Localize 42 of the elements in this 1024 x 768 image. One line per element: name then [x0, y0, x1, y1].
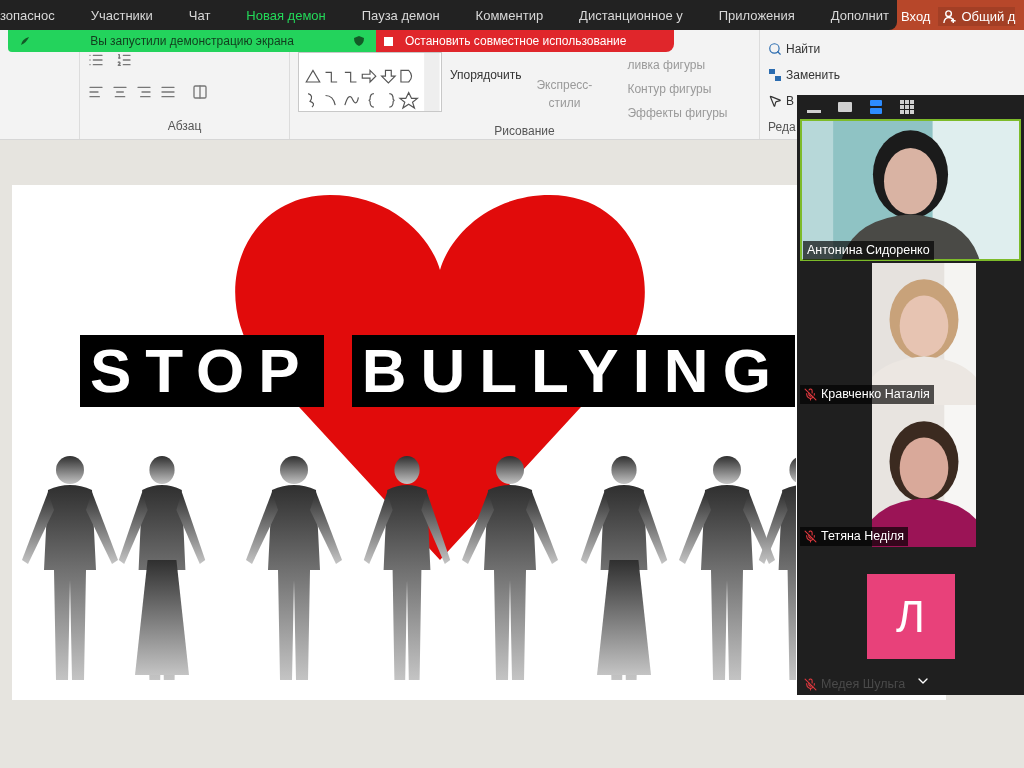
group-label: Рисование — [494, 123, 555, 140]
slide-title-word: BULLYING — [351, 335, 795, 407]
toolbar-item[interactable]: Приложения — [718, 5, 795, 25]
toolbar-item[interactable]: зопаснос — [0, 5, 55, 25]
shield-icon — [354, 36, 364, 46]
grid-icon[interactable] — [898, 98, 916, 116]
avatar: Л — [866, 574, 955, 659]
toolbar-item[interactable]: Новая демон — [246, 5, 326, 25]
columns-icon[interactable] — [192, 84, 208, 100]
replace-button[interactable]: Заменить — [768, 66, 1024, 84]
toolbar-item[interactable]: Дистанционное у — [579, 5, 683, 25]
search-icon — [768, 42, 782, 56]
find-button[interactable]: Найти — [768, 40, 1024, 58]
align-justify-icon[interactable] — [160, 84, 176, 100]
shape-gallery-drawing[interactable] — [298, 52, 442, 112]
arrange-button[interactable]: Упорядочить — [450, 52, 522, 122]
pointer-icon — [768, 94, 782, 108]
align-left-icon[interactable] — [88, 84, 104, 100]
toolbar-item[interactable]: Чат — [188, 5, 211, 25]
replace-icon — [768, 68, 782, 82]
group-label: Абзац — [167, 118, 202, 135]
group-label: Реда — [768, 119, 797, 136]
toolbar-item[interactable]: Пауза демон — [361, 5, 440, 25]
slide-title-word: STOP — [80, 335, 324, 407]
participant-name: Кравченко Наталія — [821, 386, 930, 404]
leaf-icon — [20, 36, 30, 46]
participant-name: Тетяна Неділя — [821, 528, 905, 546]
sign-in-link[interactable]: Вход — [901, 6, 931, 26]
toolbar-item[interactable]: Участники — [90, 5, 153, 25]
stop-share-button[interactable]: Остановить совместное использование — [376, 30, 674, 52]
toolbar-item[interactable]: Комментир — [475, 5, 544, 25]
sharing-message: Вы запустили демонстрацию экрана — [90, 33, 294, 50]
bullet-list-icon[interactable] — [88, 52, 104, 68]
stop-icon — [384, 36, 393, 46]
participant-name: Антонина Сидоренко — [807, 242, 930, 260]
share-button[interactable]: Общий д — [938, 6, 1016, 26]
align-center-icon[interactable] — [112, 84, 128, 100]
add-person-icon — [942, 8, 958, 24]
align-right-icon[interactable] — [136, 84, 152, 100]
strip-view-icon[interactable] — [867, 98, 885, 116]
toolbar-item[interactable]: Дополнит — [830, 5, 889, 25]
numbered-list-icon[interactable] — [116, 52, 132, 68]
